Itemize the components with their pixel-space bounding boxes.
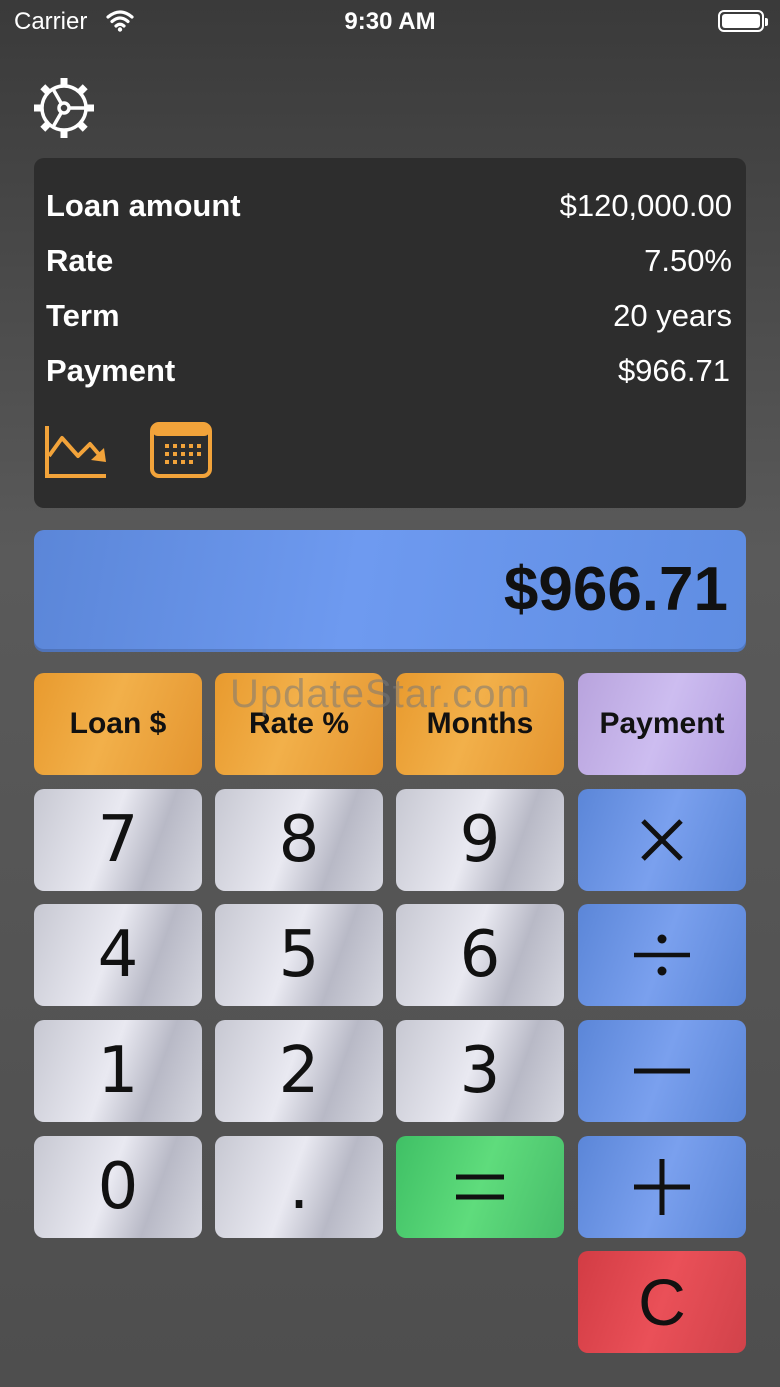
battery-icon: [718, 10, 768, 32]
key-0[interactable]: 0: [34, 1136, 202, 1238]
loan-amount-button[interactable]: Loan $: [34, 673, 202, 775]
key-1[interactable]: 1: [34, 1020, 202, 1122]
multiply-button[interactable]: [578, 789, 746, 891]
result-display: $966.71: [34, 530, 746, 652]
minus-icon: [634, 1068, 690, 1074]
calendar-icon[interactable]: [150, 422, 214, 480]
summary-label: Term: [46, 298, 120, 333]
key-2[interactable]: 2: [215, 1020, 383, 1122]
loan-summary-card: Loan amount $120,000.00 Rate 7.50% Term …: [34, 158, 746, 508]
key-7[interactable]: 7: [34, 789, 202, 891]
key-9[interactable]: 9: [396, 789, 564, 891]
status-bar: Carrier 9:30 AM: [0, 0, 780, 44]
summary-label: Payment: [46, 353, 176, 388]
clock: 9:30 AM: [344, 8, 436, 35]
summary-value: $966.71: [617, 353, 730, 388]
summary-row-loan-amount: Loan amount $120,000.00: [46, 188, 732, 228]
key-3[interactable]: 3: [396, 1020, 564, 1122]
equals-button[interactable]: [396, 1136, 564, 1238]
summary-value: $120,000.00: [559, 188, 732, 223]
summary-label: Loan amount: [46, 188, 241, 223]
add-button[interactable]: [578, 1136, 746, 1238]
summary-value: 20 years: [613, 298, 732, 333]
payment-button[interactable]: Payment: [578, 673, 746, 775]
summary-row-term: Term 20 years: [46, 298, 732, 338]
decimal-point-button[interactable]: .: [215, 1136, 383, 1238]
equals-icon: [456, 1174, 504, 1200]
key-6[interactable]: 6: [396, 904, 564, 1006]
clear-button[interactable]: C: [578, 1251, 746, 1353]
summary-label: Rate: [46, 243, 114, 278]
display-value: $966.71: [503, 555, 728, 624]
key-4[interactable]: 4: [34, 904, 202, 1006]
multiply-icon: [641, 819, 683, 861]
subtract-button[interactable]: [578, 1020, 746, 1122]
key-8[interactable]: 8: [215, 789, 383, 891]
divide-button[interactable]: [578, 904, 746, 1006]
plus-icon: [634, 1159, 690, 1215]
key-5[interactable]: 5: [215, 904, 383, 1006]
summary-value: 7.50%: [644, 243, 732, 278]
summary-row-payment: Payment $966.71: [46, 353, 732, 393]
summary-row-rate: Rate 7.50%: [46, 243, 732, 283]
chart-down-icon[interactable]: [44, 422, 108, 480]
months-button[interactable]: Months: [396, 673, 564, 775]
settings-gear-icon[interactable]: [32, 76, 96, 140]
divide-icon: [634, 934, 690, 976]
rate-button[interactable]: Rate %: [215, 673, 383, 775]
